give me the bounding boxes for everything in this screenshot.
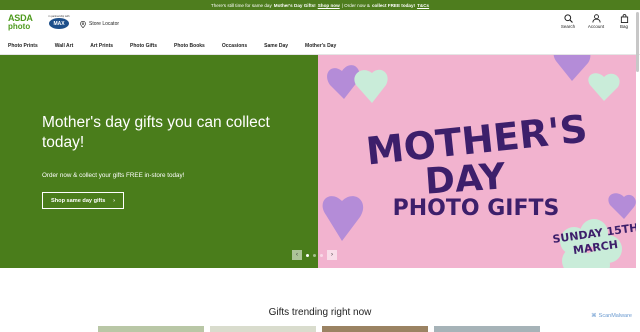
- site-header: ASDA photo in partnership with MAX Store…: [0, 10, 640, 38]
- hero-banner-image: MOTHER'S DAY PHOTO GIFTS SUNDAY 15TH MAR…: [318, 55, 636, 268]
- store-locator-link[interactable]: Store Locator: [80, 21, 119, 28]
- nav-item-occasions[interactable]: Occasions: [222, 43, 247, 49]
- nav-item-photo-prints[interactable]: Photo Prints: [8, 43, 38, 49]
- max-badge: MAX: [49, 18, 69, 29]
- heart-shape: [327, 65, 359, 99]
- header-actions: Search Account Bag: [560, 14, 632, 29]
- tcs-link[interactable]: T&Cs: [417, 3, 429, 8]
- announcement-prefix: There's still time for same day: [211, 3, 272, 8]
- announcement-middle: | Order now &: [342, 3, 370, 8]
- carousel-next-button[interactable]: ›: [327, 250, 337, 260]
- carousel-dot-2[interactable]: [313, 254, 316, 257]
- account-button[interactable]: Account: [588, 14, 604, 29]
- trending-heading: Gifts trending right now: [0, 307, 640, 318]
- product-tile[interactable]: [98, 326, 204, 332]
- announcement-bar: There's still time for same day Mother's…: [0, 0, 640, 10]
- carousel-dot-1[interactable]: [306, 254, 309, 257]
- trending-products: [98, 326, 540, 332]
- nav-item-photo-gifts[interactable]: Photo Gifts: [130, 43, 157, 49]
- announcement-highlight: Mother's Day Gifts!: [274, 3, 316, 8]
- hero-carousel: Mother's day gifts you can collect today…: [0, 55, 640, 268]
- location-pin-icon: [80, 21, 86, 28]
- partner-logo: in partnership with MAX: [48, 15, 70, 33]
- nav-item-art-prints[interactable]: Art Prints: [90, 43, 113, 49]
- account-label: Account: [588, 24, 604, 29]
- logo-photo: photo: [8, 23, 40, 31]
- search-label: Search: [561, 24, 575, 29]
- search-button[interactable]: Search: [560, 14, 576, 29]
- chevron-right-icon: ›: [113, 198, 115, 204]
- hero-button-label: Shop same day gifts: [51, 198, 105, 204]
- account-icon: [592, 14, 601, 23]
- product-tile[interactable]: [434, 326, 540, 332]
- nav-item-wall-art[interactable]: Wall Art: [55, 43, 74, 49]
- hero-subtitle: Order now & collect your gifts FREE in-s…: [42, 172, 184, 179]
- chevron-left-icon: ‹: [296, 252, 298, 258]
- shop-now-link[interactable]: Shop now: [318, 3, 340, 8]
- heart-shape: [554, 55, 591, 81]
- nav-item-photo-books[interactable]: Photo Books: [174, 43, 205, 49]
- announcement-collect: collect FREE today!: [372, 3, 415, 8]
- nav-item-same-day[interactable]: Same Day: [264, 43, 288, 49]
- asda-photo-logo[interactable]: ASDA photo: [8, 14, 40, 34]
- search-icon: [564, 14, 573, 23]
- scanmalware-watermark: ⌘ ScanMalware: [591, 313, 632, 319]
- watermark-icon: ⌘: [591, 313, 597, 319]
- heart-shape: [588, 73, 619, 101]
- carousel-prev-button[interactable]: ‹: [292, 250, 302, 260]
- bag-label: Bag: [620, 24, 628, 29]
- nav-item-mothers-day[interactable]: Mother's Day: [305, 43, 336, 49]
- watermark-label: ScanMalware: [599, 313, 632, 319]
- product-tile[interactable]: [210, 326, 316, 332]
- store-locator-label: Store Locator: [89, 21, 119, 27]
- shop-same-day-gifts-button[interactable]: Shop same day gifts ›: [42, 192, 124, 209]
- hero-title: Mother's day gifts you can collect today…: [42, 113, 292, 153]
- heart-shape: [608, 193, 635, 219]
- bag-button[interactable]: Bag: [616, 14, 632, 29]
- carousel-dot-3[interactable]: [320, 254, 323, 257]
- heart-shape: [354, 70, 387, 103]
- chevron-right-icon: ›: [331, 252, 333, 258]
- mothers-day-banner-art: MOTHER'S DAY PHOTO GIFTS SUNDAY 15TH MAR…: [318, 55, 636, 268]
- product-tile[interactable]: [322, 326, 428, 332]
- carousel-controls: ‹ ›: [292, 250, 337, 260]
- main-nav: Photo Prints Wall Art Art Prints Photo G…: [0, 38, 640, 55]
- banner-line-photo-gifts: PHOTO GIFTS: [393, 196, 560, 221]
- hero-text-panel: Mother's day gifts you can collect today…: [0, 55, 318, 268]
- heart-shape: [323, 196, 364, 241]
- page-scrollbar[interactable]: [636, 12, 639, 72]
- bag-icon: [620, 14, 629, 23]
